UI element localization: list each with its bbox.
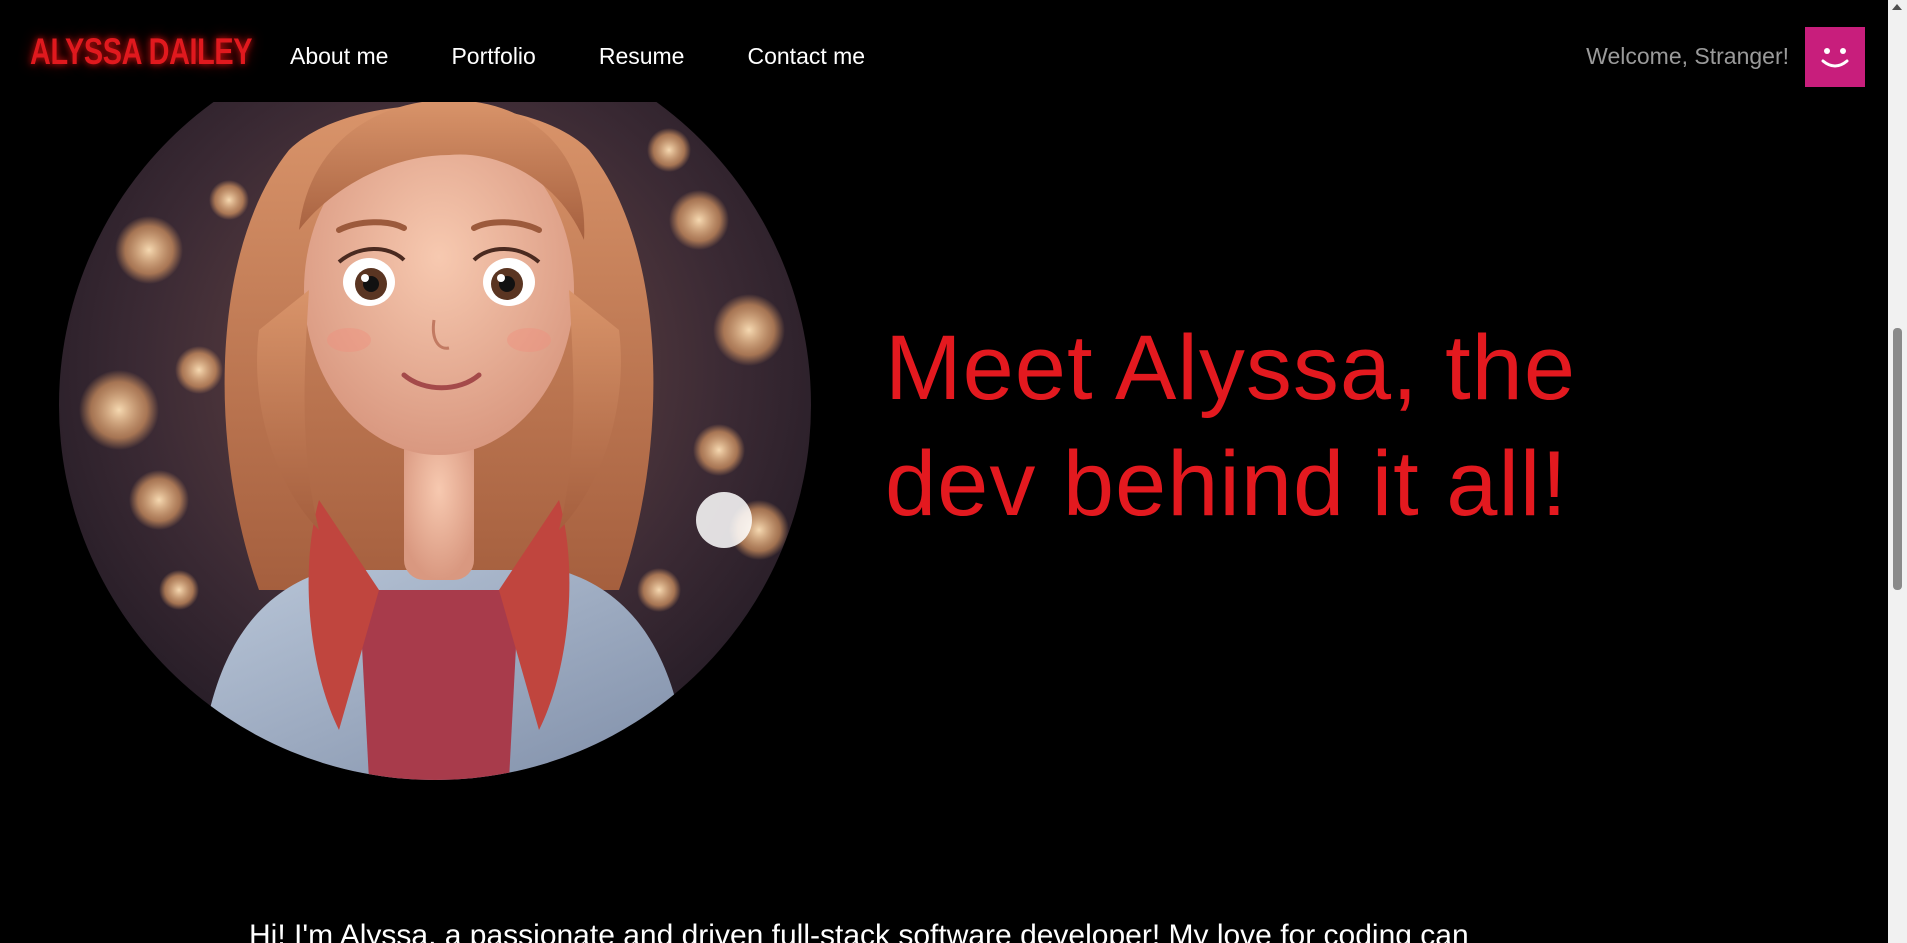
nav-link-contact-me[interactable]: Contact me [747,40,865,72]
scrollbar-thumb[interactable] [1893,328,1902,590]
site-logo[interactable]: ALYSSA DAILEY [30,30,253,74]
nav-link-about-me[interactable]: About me [290,40,388,72]
hero-headline-line-2: dev behind it all! [885,433,1568,535]
page: ALYSSA DAILEY About me Portfolio Resume … [0,0,1907,943]
smiley-face-icon [1821,48,1849,68]
intro-paragraph: Hi! I'm Alyssa, a passionate and driven … [249,919,1469,943]
welcome-message: Welcome, Stranger! [1586,43,1789,69]
main-nav: About me Portfolio Resume Contact me [290,40,928,72]
vertical-scrollbar[interactable] [1888,0,1907,943]
nav-link-portfolio[interactable]: Portfolio [451,40,535,72]
nav-link-resume[interactable]: Resume [599,40,685,72]
hero-headline: Meet Alyssa, the dev behind it all! [885,310,1785,542]
profile-portrait-image [59,30,811,780]
cartoon-girl-portrait-icon [59,30,811,780]
scroll-up-arrow-icon[interactable] [1892,4,1902,10]
user-avatar-button[interactable] [1805,27,1865,87]
hero-headline-line-1: Meet Alyssa, the [885,317,1576,419]
site-header: ALYSSA DAILEY About me Portfolio Resume … [0,0,1888,102]
